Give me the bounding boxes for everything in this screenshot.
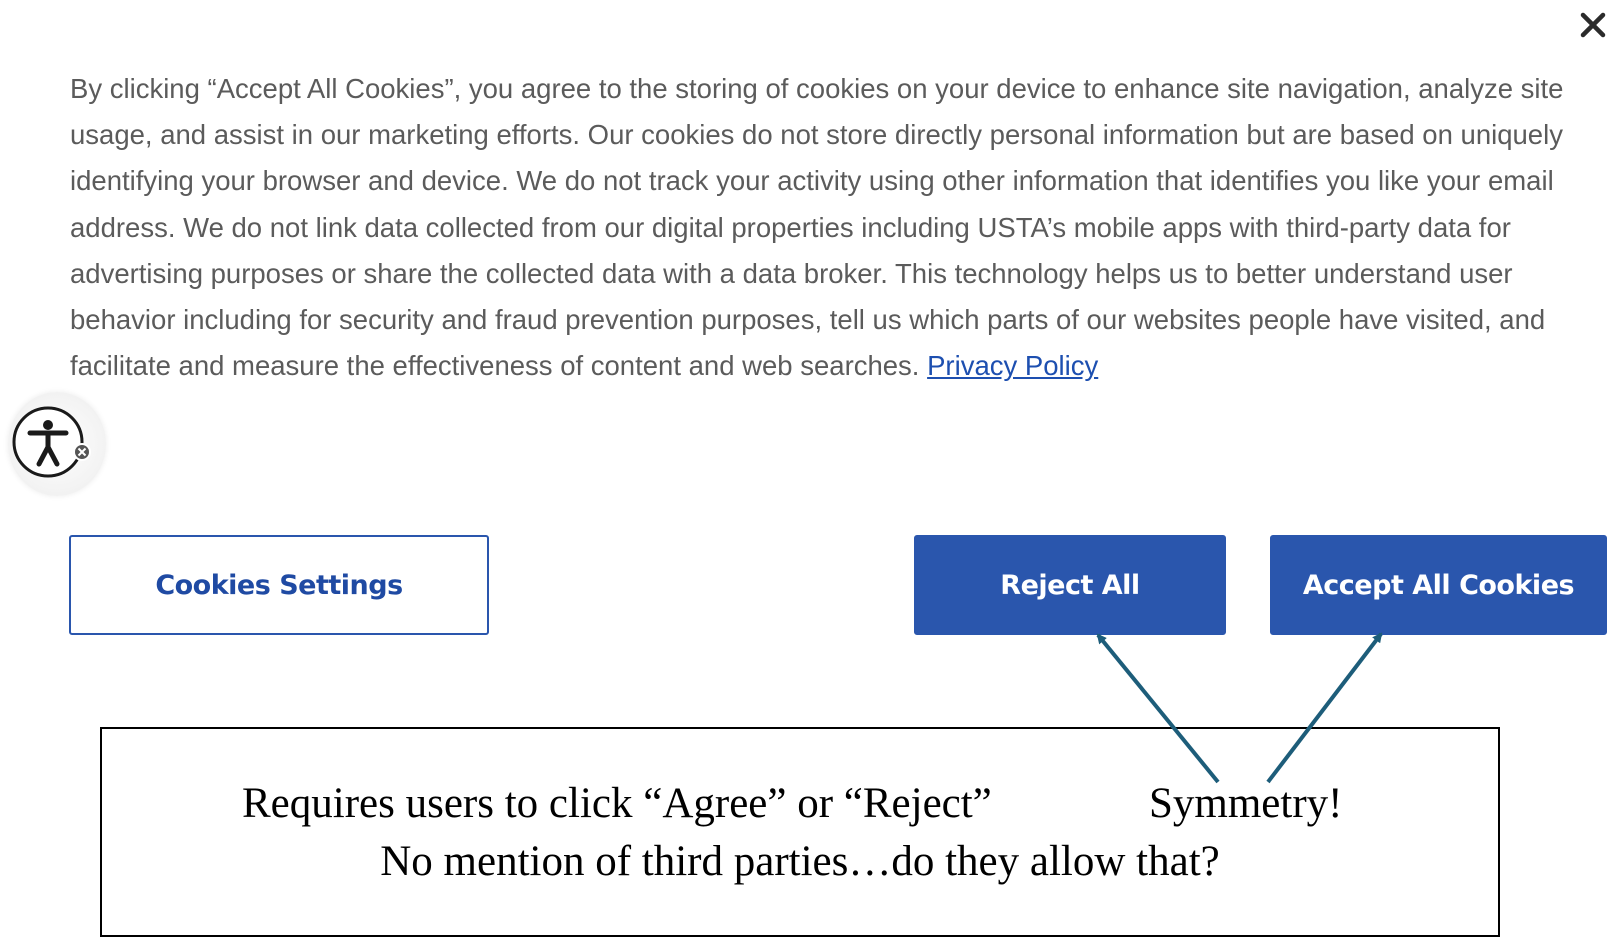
annotation-callout-box: Requires users to click “Agree” or “Reje… (100, 727, 1500, 937)
annotation-line2: No mention of third parties…do they allo… (380, 838, 1220, 885)
accept-all-cookies-button[interactable]: Accept All Cookies (1270, 535, 1607, 635)
reject-all-button[interactable]: Reject All (914, 535, 1226, 635)
accessibility-icon (12, 406, 91, 478)
privacy-policy-link[interactable]: Privacy Policy (927, 350, 1098, 381)
accessibility-widget[interactable] (8, 392, 106, 496)
annotation-symmetry-label: Symmetry! (1149, 780, 1343, 827)
close-badge-icon[interactable] (73, 443, 91, 461)
cookie-consent-text: By clicking “Accept All Cookies”, you ag… (70, 66, 1570, 389)
close-button[interactable] (1576, 8, 1610, 42)
cookies-settings-button[interactable]: Cookies Settings (69, 535, 489, 635)
close-icon (1580, 12, 1606, 38)
cookie-consent-body: By clicking “Accept All Cookies”, you ag… (70, 73, 1564, 382)
annotation-line1: Requires users to click “Agree” or “Reje… (242, 780, 992, 827)
